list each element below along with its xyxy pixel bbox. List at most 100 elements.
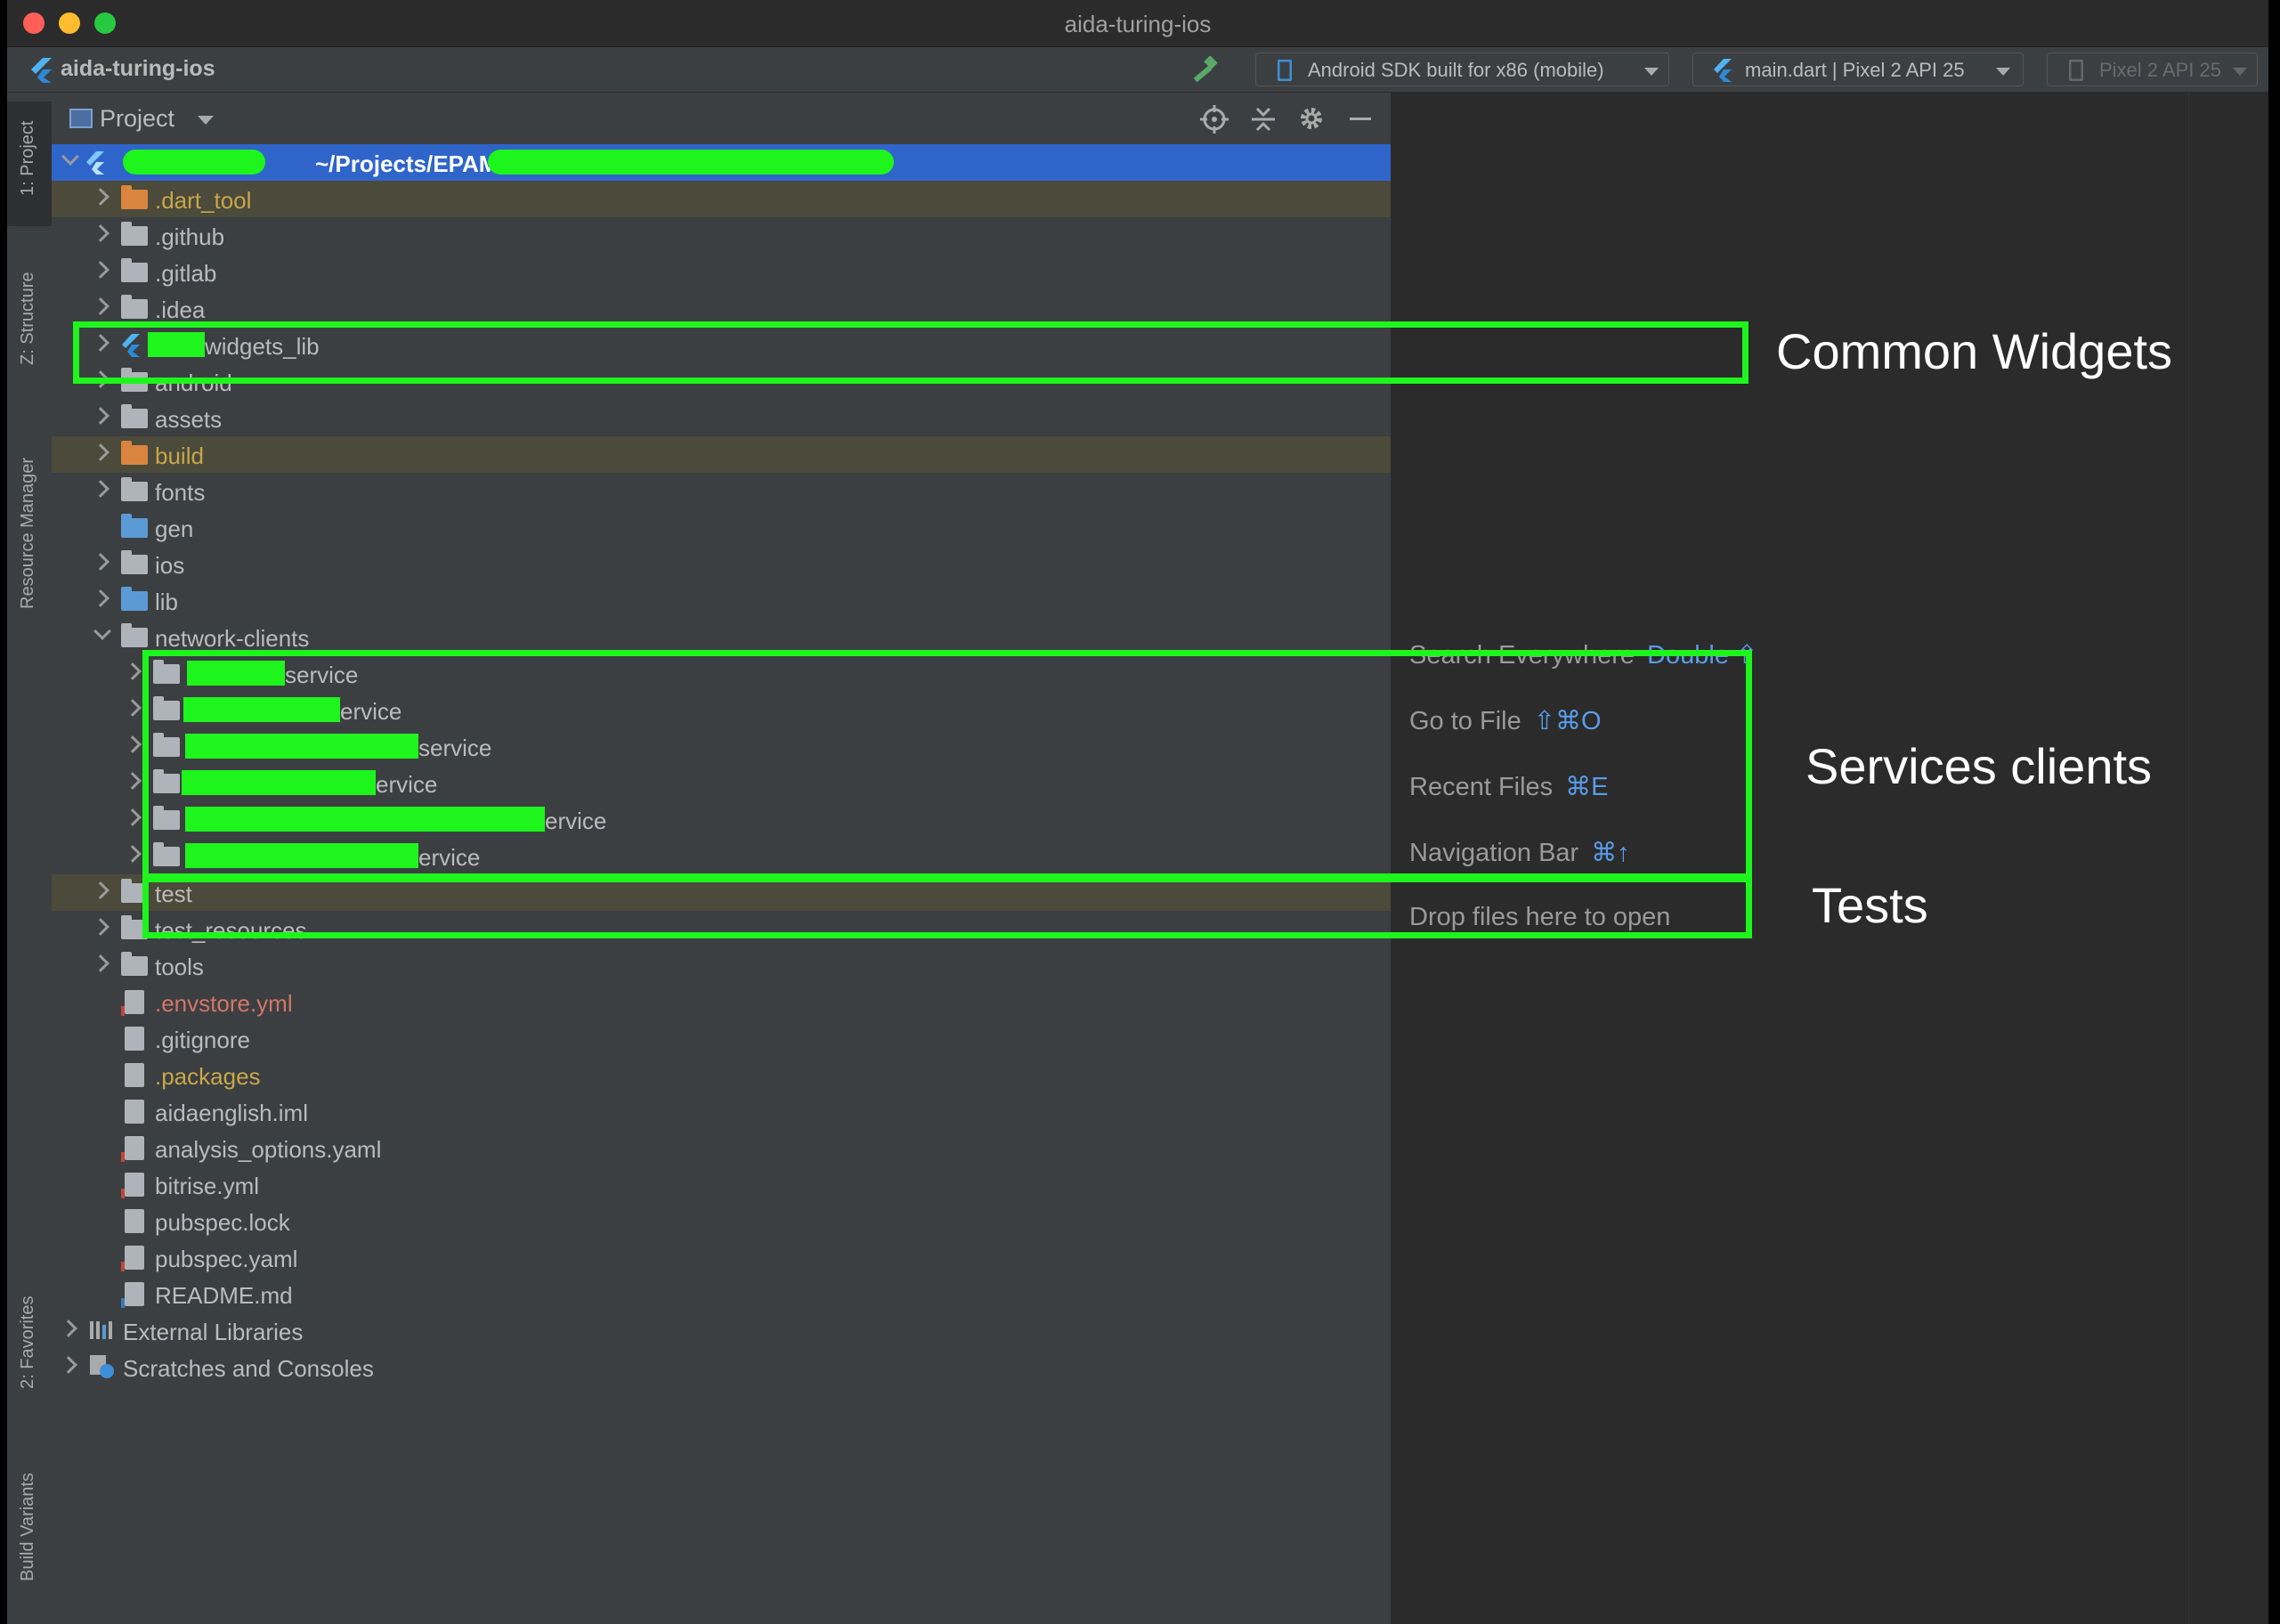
locate-icon[interactable] [1200,105,1229,134]
chevron-down-icon [1644,68,1659,76]
chevron-right-icon[interactable] [92,443,110,461]
chevron-right-icon[interactable] [92,261,110,279]
chevron-down-icon[interactable] [61,148,79,166]
tree-item-label: .envstore.yml [155,990,293,1017]
tree-row[interactable]: External Libraries [52,1312,1391,1349]
folder-icon [121,404,148,428]
tree-row[interactable]: pubspec.yaml [52,1239,1391,1276]
tree-row[interactable]: .envstore.yml [52,984,1391,1020]
redacted-block [488,150,894,175]
tab-structure[interactable]: Z: Structure [18,272,38,365]
project-name[interactable]: aida-turing-ios [61,56,215,82]
chevron-right-icon[interactable] [124,735,142,753]
tree-row[interactable]: tools [52,947,1391,984]
tree-item-label: .idea [155,296,206,323]
phone-icon [2069,60,2083,81]
file-icon [121,1282,144,1308]
tree-row[interactable]: gen [52,509,1391,546]
tree-item-label: bitrise.yml [155,1173,260,1199]
collapse-all-icon[interactable] [1250,105,1277,134]
chevron-right-icon[interactable] [92,881,110,899]
chevron-right-icon[interactable] [92,918,110,936]
phone-icon [1278,60,1292,81]
tab-build-variants[interactable]: Build Variants [18,1473,38,1581]
tree-item-label: lib [155,589,179,615]
flutter-icon [1714,59,1732,82]
tree-row[interactable]: ios [52,546,1391,582]
annotation-common-widgets-box [73,321,1749,384]
gear-icon[interactable] [1298,105,1325,132]
file-type-tag [121,1152,125,1162]
tree-row[interactable]: lib [52,582,1391,619]
file-type-tag [121,1298,125,1308]
target-device-selector[interactable]: Pixel 2 API 25 [2047,53,2258,86]
chevron-right-icon[interactable] [60,1320,77,1337]
main-toolbar: aida-turing-ios Android SDK built for x8… [7,47,2268,93]
tree-item-label: pubspec.lock [155,1209,290,1236]
tree-item-label: .dart_tool [155,187,252,214]
chevron-right-icon[interactable] [92,954,110,972]
tree-row[interactable]: .gitlab [52,254,1391,290]
tree-row[interactable]: bitrise.yml [52,1166,1391,1203]
annotation-services-box [142,650,1752,880]
chevron-right-icon[interactable] [124,808,142,826]
chevron-right-icon[interactable] [92,589,110,607]
file-icon [121,1246,144,1271]
folder-icon [121,222,148,246]
tree-root-row[interactable]: ~/Projects/EPAM/ [52,144,1391,181]
right-tool-strip [2188,93,2268,1624]
tree-item-label: network-clients [155,625,310,652]
file-type-tag [121,1189,125,1198]
chevron-right-icon[interactable] [124,662,142,680]
file-icon [125,1063,144,1087]
build-hammer-icon[interactable] [1191,56,1221,85]
tree-row[interactable]: build [52,436,1391,473]
tree-row[interactable]: .packages [52,1057,1391,1093]
tree-row[interactable]: pubspec.lock [52,1203,1391,1239]
file-icon [121,1136,144,1162]
file-icon [125,1027,144,1051]
tree-row[interactable]: assets [52,400,1391,436]
chevron-down-icon [2233,68,2247,76]
folder-icon [121,441,148,465]
tree-item-label: analysis_options.yaml [155,1136,382,1163]
tab-resource-manager[interactable]: Resource Manager [18,458,38,609]
chevron-right-icon[interactable] [124,845,142,863]
flutter-icon [86,151,104,175]
chevron-down-icon[interactable] [198,116,214,125]
tree-row[interactable]: .gitignore [52,1020,1391,1057]
tree-row[interactable]: analysis_options.yaml [52,1130,1391,1166]
annotation-services-clients: Services clients [1805,738,2153,794]
folder-icon [121,477,148,501]
chevron-right-icon[interactable] [92,224,110,242]
tree-row[interactable]: .github [52,217,1391,254]
libraries-icon [90,1321,112,1339]
project-panel-title[interactable]: Project [100,105,174,133]
chevron-right-icon[interactable] [92,407,110,425]
tree-row[interactable]: README.md [52,1276,1391,1312]
chevron-right-icon[interactable] [60,1356,77,1374]
chevron-right-icon[interactable] [92,297,110,315]
chevron-right-icon[interactable] [92,480,110,498]
tree-item-label: build [155,443,204,469]
chevron-right-icon[interactable] [124,772,142,790]
file-type-tag [121,1262,125,1271]
chevron-right-icon[interactable] [124,699,142,717]
chevron-down-icon[interactable] [93,622,111,640]
folder-icon [121,258,148,282]
title-bar: aida-turing-ios [7,0,2268,47]
tree-item-label: gen [155,516,194,542]
folder-icon [121,952,148,976]
tree-row[interactable]: .dart_tool [52,181,1391,217]
chevron-right-icon[interactable] [92,188,110,206]
tree-row[interactable]: Scratches and Consoles [52,1349,1391,1385]
tab-project[interactable]: 1: Project [18,121,38,196]
project-view-icon [69,109,93,128]
chevron-right-icon[interactable] [92,553,110,571]
tree-row[interactable]: fonts [52,473,1391,509]
tab-favorites[interactable]: 2: Favorites [18,1296,38,1389]
run-config-selector[interactable]: main.dart | Pixel 2 API 25 [1692,53,2024,86]
hide-panel-icon[interactable] [1350,118,1371,120]
device-selector[interactable]: Android SDK built for x86 (mobile) [1255,53,1669,86]
tree-row[interactable]: aidaenglish.iml [52,1093,1391,1130]
